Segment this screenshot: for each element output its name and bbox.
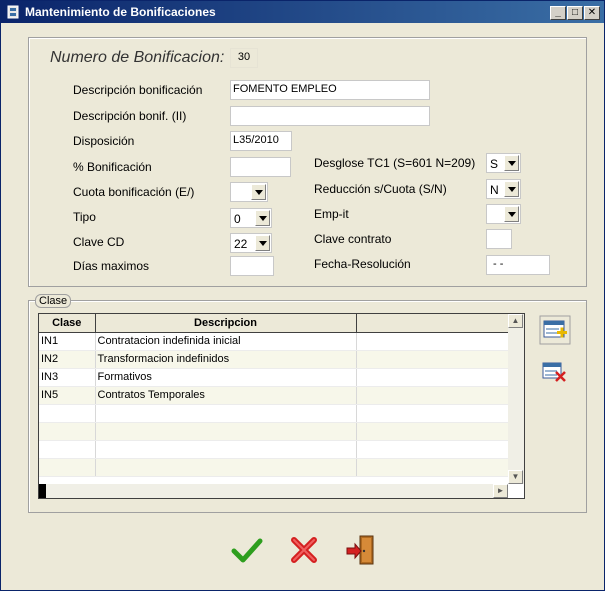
cell-descripcion[interactable]: [95, 422, 357, 441]
app-icon: [7, 5, 19, 19]
cell-descripcion[interactable]: Formativos: [95, 368, 357, 387]
exit-door-icon[interactable]: [344, 533, 378, 567]
table-row[interactable]: [39, 440, 509, 459]
clave-cd-combo[interactable]: 22: [230, 233, 272, 253]
reduccion-value: N: [490, 183, 499, 197]
descripcion2-label: Descripción bonif. (II): [73, 109, 187, 123]
cell-clase[interactable]: [39, 404, 96, 423]
cell-empty: [356, 440, 509, 459]
title-bar: Mantenimiento de Bonificaciones _ □ ✕: [1, 1, 604, 23]
clave-cd-value: 22: [234, 237, 248, 251]
table-row[interactable]: IN5 Contratos Temporales: [39, 386, 509, 405]
checkmark-icon[interactable]: [230, 533, 264, 567]
cell-clase[interactable]: IN2: [39, 350, 96, 369]
cell-empty: [356, 350, 509, 369]
clave-cd-label: Clave CD: [73, 235, 125, 249]
reduccion-combo[interactable]: N: [486, 179, 521, 199]
cell-descripcion[interactable]: Transformacion indefinidos: [95, 350, 357, 369]
chevron-down-icon[interactable]: [251, 184, 266, 200]
table-header-row: Clase Descripcion: [39, 314, 509, 333]
minimize-button[interactable]: _: [550, 6, 566, 20]
numero-bonificacion-label: Numero de Bonificacion:: [50, 49, 225, 66]
pct-bonificacion-label: % Bonificación: [73, 160, 152, 174]
chevron-down-icon[interactable]: [504, 155, 519, 171]
cuota-combo[interactable]: [230, 182, 268, 202]
reduccion-label: Reducción s/Cuota (S/N): [314, 182, 447, 196]
cross-icon[interactable]: [287, 533, 321, 567]
clave-contrato-label: Clave contrato: [314, 232, 392, 246]
cell-descripcion[interactable]: Contratacion indefinida inicial: [95, 332, 357, 351]
tipo-label: Tipo: [73, 210, 96, 224]
cell-clase[interactable]: IN5: [39, 386, 96, 405]
cell-empty: [356, 458, 509, 477]
cell-clase[interactable]: [39, 440, 96, 459]
cell-descripcion[interactable]: [95, 404, 357, 423]
window-title: Mantenimiento de Bonificaciones: [25, 5, 216, 19]
row-selector-marker: [39, 484, 46, 498]
table-row[interactable]: IN3 Formativos: [39, 368, 509, 387]
disposicion-label: Disposición: [73, 134, 135, 148]
pct-bonificacion-field[interactable]: [230, 157, 291, 177]
cell-empty: [356, 368, 509, 387]
delete-row-icon[interactable]: [539, 357, 569, 385]
column-header-clase[interactable]: Clase: [39, 314, 96, 333]
cell-empty: [356, 386, 509, 405]
cell-empty: [356, 422, 509, 441]
add-row-icon[interactable]: [539, 315, 571, 345]
maximize-button[interactable]: □: [567, 6, 583, 20]
chevron-down-icon[interactable]: [255, 235, 270, 251]
table-row[interactable]: IN1 Contratacion indefinida inicial: [39, 332, 509, 351]
main-window: Mantenimiento de Bonificaciones _ □ ✕ Nu…: [0, 0, 605, 591]
cell-empty: [356, 332, 509, 351]
column-header-empty: [356, 314, 509, 333]
desglose-combo[interactable]: S: [486, 153, 521, 173]
cell-clase[interactable]: [39, 422, 96, 441]
emp-it-combo[interactable]: [486, 204, 521, 224]
cell-descripcion[interactable]: Contratos Temporales: [95, 386, 357, 405]
tipo-value: 0: [234, 212, 241, 226]
scroll-right-icon[interactable]: ►: [493, 484, 508, 498]
table-row[interactable]: [39, 458, 509, 477]
numero-bonificacion-field: 30: [230, 48, 258, 68]
clave-contrato-field[interactable]: [486, 229, 512, 249]
chevron-down-icon[interactable]: [255, 210, 270, 226]
descripcion-field[interactable]: FOMENTO EMPLEO: [230, 80, 430, 100]
descripcion2-field[interactable]: [230, 106, 430, 126]
cell-descripcion[interactable]: [95, 440, 357, 459]
dias-maximos-field[interactable]: [230, 256, 274, 276]
disposicion-field[interactable]: L35/2010: [230, 131, 292, 151]
table-row[interactable]: IN2 Transformacion indefinidos: [39, 350, 509, 369]
clase-grid[interactable]: Clase Descripcion IN1 Contratacion indef…: [38, 313, 525, 499]
horizontal-scrollbar[interactable]: ►: [39, 484, 508, 498]
dias-maximos-label: Días maximos: [73, 259, 150, 273]
cuota-label: Cuota bonificación (E/): [73, 185, 195, 199]
desglose-value: S: [490, 157, 499, 171]
fecha-resolucion-label: Fecha-Resolución: [314, 257, 411, 271]
fecha-resolucion-field[interactable]: - -: [486, 255, 550, 275]
clase-legend: Clase: [35, 294, 72, 308]
chevron-down-icon[interactable]: [504, 181, 519, 197]
cell-clase[interactable]: IN1: [39, 332, 96, 351]
scroll-up-icon[interactable]: ▲: [508, 314, 523, 328]
cell-descripcion[interactable]: [95, 458, 357, 477]
scroll-down-icon[interactable]: ▼: [508, 470, 523, 484]
chevron-down-icon[interactable]: [504, 206, 519, 222]
descripcion-label: Descripción bonificación: [73, 83, 203, 97]
emp-it-label: Emp-it: [314, 207, 349, 221]
tipo-combo[interactable]: 0: [230, 208, 272, 228]
table-row[interactable]: [39, 422, 509, 441]
cell-clase[interactable]: IN3: [39, 368, 96, 387]
close-button[interactable]: ✕: [584, 6, 600, 20]
clase-table: Clase Descripcion IN1 Contratacion indef…: [39, 314, 509, 477]
cell-clase[interactable]: [39, 458, 96, 477]
cell-empty: [356, 404, 509, 423]
table-row[interactable]: [39, 404, 509, 423]
column-header-descripcion[interactable]: Descripcion: [95, 314, 357, 333]
vertical-scrollbar[interactable]: ▲ ▼: [508, 314, 524, 484]
desglose-label: Desglose TC1 (S=601 N=209): [314, 156, 476, 170]
